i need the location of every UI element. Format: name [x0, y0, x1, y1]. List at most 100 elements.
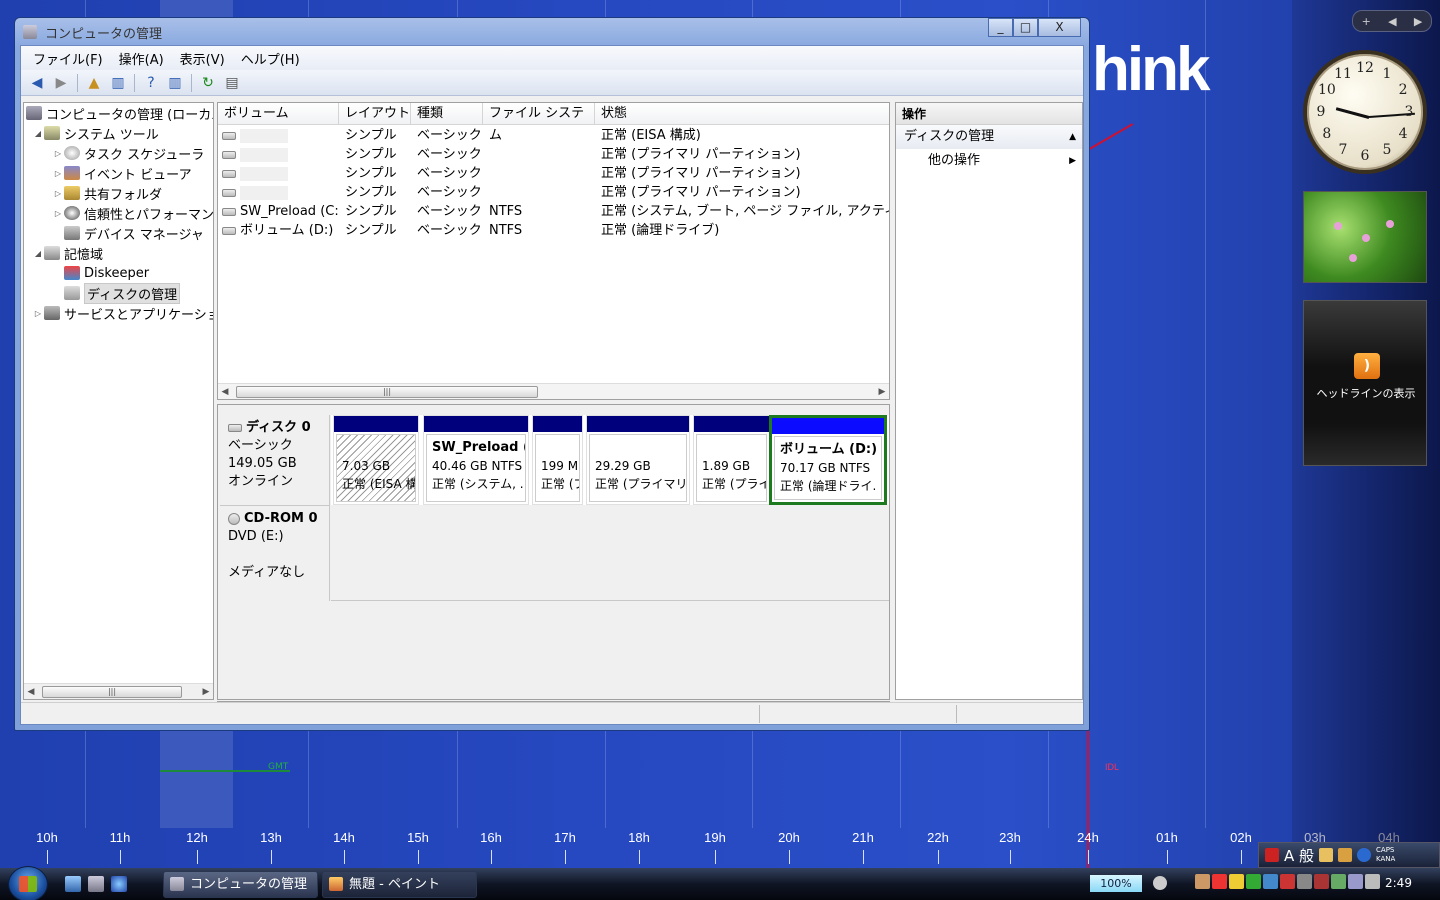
help-icon[interactable]: ?: [141, 73, 161, 93]
properties-icon[interactable]: ▤: [222, 73, 242, 93]
sidebar-controls[interactable]: + ◀ ▶: [1352, 10, 1432, 32]
disk0-info[interactable]: ディスク 0 ベーシック 149.05 GB オンライン: [220, 415, 330, 505]
ime-tool-icon[interactable]: [1319, 848, 1334, 862]
table-row[interactable]: シンプル ベーシック 正常 (プライマリ パーティション): [218, 164, 889, 183]
tree-item-task-scheduler[interactable]: ▷ タスク スケジューラ: [52, 143, 204, 163]
volume-icon[interactable]: [1365, 874, 1380, 889]
menu-item[interactable]: ファイル(F): [25, 49, 111, 68]
ime-icon[interactable]: [1265, 848, 1279, 862]
title-bar[interactable]: コンピュータの管理: [23, 23, 162, 42]
taskbar-item-paint[interactable]: 無題 - ペイント: [322, 871, 477, 898]
prev-icon[interactable]: ◀: [1388, 15, 1396, 28]
expand-icon[interactable]: ▷: [52, 209, 64, 218]
ime-mode[interactable]: A 般: [1284, 845, 1314, 866]
tray-icon[interactable]: [1246, 874, 1261, 889]
tray-icon[interactable]: [1280, 874, 1295, 889]
up-folder-icon[interactable]: ▲: [84, 73, 104, 93]
close-button[interactable]: X: [1038, 18, 1081, 37]
partition-block[interactable]: SW_Preload (40.46 GB NTFS 正常 (システム, .: [423, 415, 529, 505]
partition-block[interactable]: 29.29 GB 正常 (プライマリ: [586, 415, 690, 505]
column-header-layout[interactable]: レイアウト: [339, 103, 411, 125]
tree-horizontal-scrollbar[interactable]: ◀ ||| ▶: [24, 683, 213, 699]
partition-size: 70.17 GB NTFS: [780, 461, 871, 475]
maximize-button[interactable]: □: [1013, 18, 1038, 37]
table-row[interactable]: シンプル ベーシック 正常 (プライマリ パーティション): [218, 145, 889, 164]
show-desktop-icon[interactable]: [65, 876, 81, 892]
scroll-left-icon[interactable]: ◀: [218, 384, 232, 399]
ime-help-icon[interactable]: [1357, 848, 1372, 862]
power-icon[interactable]: [1153, 876, 1167, 890]
column-header-filesystem[interactable]: ファイル システム: [483, 103, 595, 143]
add-gadget-button[interactable]: +: [1362, 15, 1371, 28]
tray-icon[interactable]: [1195, 874, 1210, 889]
tree-item-disk-management[interactable]: ディスクの管理: [64, 282, 181, 304]
start-button[interactable]: [8, 866, 48, 900]
scroll-left-icon[interactable]: ◀: [24, 684, 38, 699]
tree-item-system-tools[interactable]: ◢ システム ツール: [32, 123, 159, 143]
menu-item[interactable]: 操作(A): [111, 49, 172, 68]
tray-icon[interactable]: [1263, 874, 1278, 889]
table-row[interactable]: SW_Preload (C:) シンプル ベーシック NTFS 正常 (システム, ブー…: [218, 202, 889, 221]
table-row[interactable]: シンプル ベーシック 正常 (プライマリ パーティション): [218, 183, 889, 202]
actions-more[interactable]: 他の操作 ▶: [896, 149, 1082, 173]
network-icon[interactable]: [1348, 874, 1363, 889]
partition-block[interactable]: ボリューム (D:) 70.17 GB NTFS 正常 (論理ドライ.: [769, 415, 887, 505]
table-row[interactable]: シンプル ベーシック 正常 (EISA 構成): [218, 126, 889, 145]
switch-windows-icon[interactable]: [88, 876, 104, 892]
column-header-status[interactable]: 状態: [595, 103, 889, 125]
tree-item-reliability[interactable]: ▷ 信頼性とパフォーマン: [52, 203, 213, 223]
forward-icon[interactable]: ▶: [51, 73, 71, 93]
expand-icon[interactable]: ▷: [52, 189, 64, 198]
headlines-label[interactable]: ヘッドラインの表示: [1304, 385, 1428, 401]
partition-block[interactable]: 7.03 GB 正常 (EISA 構: [333, 415, 419, 505]
zoom-indicator[interactable]: 100%: [1090, 875, 1142, 892]
tray-icon[interactable]: [1212, 874, 1227, 889]
internet-explorer-icon[interactable]: [111, 876, 127, 892]
expand-icon[interactable]: ▷: [52, 149, 64, 158]
volume-horizontal-scrollbar[interactable]: ◀ ||| ▶: [218, 383, 889, 399]
refresh-icon[interactable]: ↻: [198, 73, 218, 93]
collapse-icon[interactable]: ◢: [32, 129, 44, 138]
collapse-arrow-icon[interactable]: ▲: [1069, 125, 1076, 149]
tree-item-diskeeper[interactable]: Diskeeper: [64, 263, 149, 283]
actions-group-disk-management[interactable]: ディスクの管理 ▲: [896, 125, 1082, 149]
next-icon[interactable]: ▶: [1414, 15, 1422, 28]
ime-dictionary-icon[interactable]: [1338, 848, 1353, 862]
tree-item-services-applications[interactable]: ▷ サービスとアプリケーショ: [32, 303, 213, 323]
table-row[interactable]: ボリューム (D:) シンプル ベーシック NTFS 正常 (論理ドライブ): [218, 221, 889, 240]
minimize-button[interactable]: _: [988, 18, 1013, 37]
tree-item-event-viewer[interactable]: ▷ イベント ビューア: [52, 163, 192, 183]
tree-item-shared-folders[interactable]: ▷ 共有フォルダ: [52, 183, 162, 203]
scroll-right-icon[interactable]: ▶: [199, 684, 213, 699]
menu-item[interactable]: 表示(V): [172, 49, 233, 68]
tray-icon[interactable]: [1331, 874, 1346, 889]
table-cell: NTFS: [489, 221, 594, 240]
show-hide-tree-icon[interactable]: ▥: [108, 73, 128, 93]
show-hide-action-pane-icon[interactable]: ▥: [165, 73, 185, 93]
feed-headlines-gadget[interactable]: ) ヘッドラインの表示: [1303, 300, 1427, 466]
tray-icon[interactable]: [1297, 874, 1312, 889]
expand-icon[interactable]: ▷: [32, 309, 44, 318]
clock-gadget[interactable]: 12 1 2 3 4 5 6 7 8 9 10 11: [1303, 50, 1427, 174]
taskbar-clock[interactable]: 2:49: [1385, 876, 1412, 890]
column-header-type[interactable]: 種類: [411, 103, 483, 125]
tree-item-device-manager[interactable]: デバイス マネージャ: [64, 223, 204, 243]
collapse-icon[interactable]: ◢: [32, 249, 44, 258]
tray-icon[interactable]: [1229, 874, 1244, 889]
tree-item-computer-management[interactable]: コンピュータの管理 (ローカル: [26, 103, 213, 123]
cdrom-info[interactable]: CD-ROM 0 DVD (E:) メディアなし: [220, 505, 330, 601]
expand-icon[interactable]: ▷: [52, 169, 64, 178]
slideshow-gadget[interactable]: [1303, 191, 1427, 283]
partition-block[interactable]: 1.89 GB 正常 (プライ: [693, 415, 770, 505]
taskbar-item-computer-management[interactable]: コンピュータの管理: [163, 871, 318, 898]
tray-icon[interactable]: [1314, 874, 1329, 889]
tree-item-storage[interactable]: ◢ 記憶域: [32, 243, 103, 263]
back-icon[interactable]: ◀: [27, 73, 47, 93]
column-header-volume[interactable]: ボリューム: [218, 103, 339, 125]
partition-block[interactable]: 199 MB 正常 (プ: [532, 415, 583, 505]
scrollbar-thumb[interactable]: |||: [42, 686, 182, 698]
ime-language-bar[interactable]: A 般 CAPS KANA: [1258, 842, 1440, 868]
menu-item[interactable]: ヘルプ(H): [233, 49, 308, 68]
scrollbar-thumb[interactable]: |||: [236, 386, 538, 398]
scroll-right-icon[interactable]: ▶: [875, 384, 889, 399]
